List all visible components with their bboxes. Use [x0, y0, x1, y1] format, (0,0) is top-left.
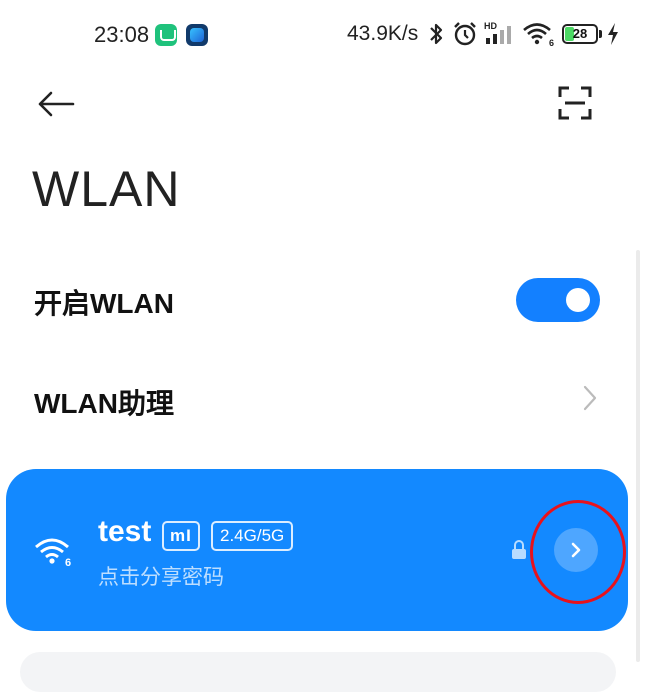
- wifi-icon: 6: [35, 538, 71, 567]
- svg-text:6: 6: [549, 38, 554, 48]
- battery-percent: 28: [572, 26, 588, 41]
- bluetooth-icon: [430, 23, 443, 45]
- network-speed: 43.9K/s: [347, 22, 419, 45]
- wlan-toggle-row: 开启WLAN: [0, 254, 632, 344]
- wlan-assistant-row[interactable]: WLAN助理: [0, 354, 632, 444]
- status-bar: 23:08 43.9K/s HD 6 28: [0, 0, 646, 70]
- highlight-circle: [530, 500, 626, 604]
- toggle-knob: [566, 288, 590, 312]
- battery-icon: 28: [562, 24, 598, 44]
- chevron-right-icon: [583, 385, 597, 411]
- qr-scan-button[interactable]: [552, 80, 598, 126]
- arrow-left-icon: [38, 91, 75, 117]
- hd-signal-icon: HD: [484, 21, 511, 44]
- charging-icon: [608, 23, 618, 45]
- wlan-toggle-switch[interactable]: [516, 278, 600, 322]
- qr-scan-icon: [558, 86, 592, 120]
- wifi-standard-badge: 6: [65, 557, 71, 567]
- app-icon: [186, 24, 208, 46]
- share-password-hint: 点击分享密码: [98, 566, 224, 589]
- band-badge: 2.4G/5G: [211, 521, 294, 551]
- back-button[interactable]: [34, 82, 78, 126]
- next-list-card: [20, 652, 616, 692]
- status-time: 23:08: [94, 22, 150, 47]
- mi-router-badge: mI: [162, 521, 200, 551]
- network-ssid: test: [98, 515, 152, 548]
- scrollbar[interactable]: [636, 250, 640, 662]
- page-title: WLAN: [32, 161, 181, 217]
- alarm-icon: [454, 22, 476, 46]
- wifi-signal-icon: 6: [523, 23, 554, 48]
- wlan-assistant-label: WLAN助理: [34, 388, 174, 419]
- lock-icon: [512, 540, 526, 559]
- mi-home-app-icon: [155, 24, 177, 46]
- battery-cap: [599, 30, 602, 38]
- svg-text:HD: HD: [484, 21, 497, 31]
- wlan-toggle-label: 开启WLAN: [34, 288, 174, 319]
